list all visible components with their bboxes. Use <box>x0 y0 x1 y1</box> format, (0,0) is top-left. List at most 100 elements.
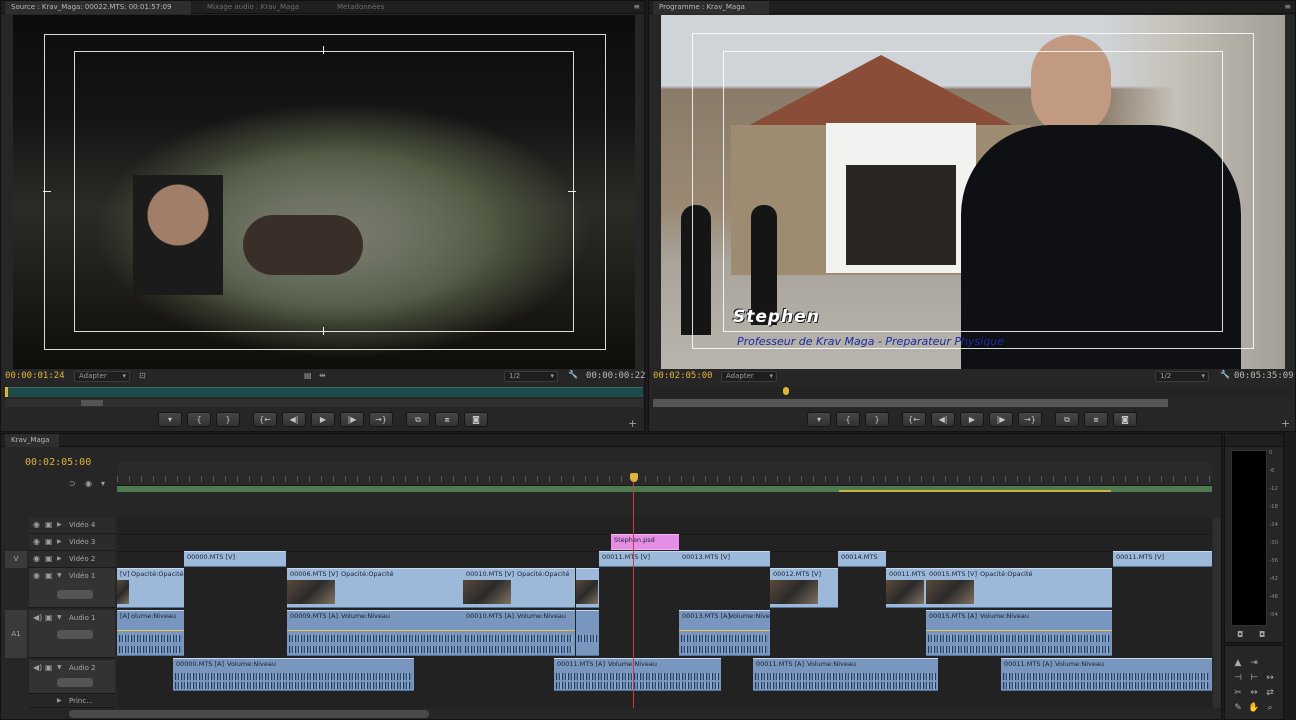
program-play-button[interactable]: ▶ <box>960 412 984 427</box>
eye-icon[interactable]: ◉ <box>33 554 40 563</box>
zoom-tool[interactable]: ⌕ <box>1263 701 1277 715</box>
clip-v2-5[interactable]: 00011.MTS [V] <box>1113 551 1212 567</box>
timeline-h-scrollbar[interactable] <box>69 710 429 718</box>
clip-a2-1[interactable]: 00000.MTS [A] Volume:Niveau <box>173 658 414 691</box>
expand-icon[interactable]: ▶ <box>57 538 62 545</box>
marker-menu-icon[interactable]: ▾ <box>101 479 105 488</box>
timeline-timecode[interactable]: 00:02:05:00 <box>25 457 91 468</box>
program-mark-in-button[interactable]: { <box>836 412 860 427</box>
program-video-frame[interactable]: Stephen Professeur de Krav Maga - Prepar… <box>661 15 1285 369</box>
track-header-video4[interactable]: ◉ ▣ ▶ Vidéo 4 <box>29 517 115 534</box>
clip-v1-7[interactable]: 00015.MTS [V] Opacité:Opacité <box>926 568 1112 608</box>
source-add-button-icon[interactable]: + <box>628 417 637 430</box>
source-go-to-in-button[interactable]: {← <box>253 412 277 427</box>
track-header-video2[interactable]: ◉ ▣ ▶ Vidéo 2 <box>29 551 115 568</box>
add-marker-icon[interactable]: ◉ <box>85 479 92 488</box>
program-playhead-marker[interactable] <box>783 387 789 395</box>
track-header-audio2[interactable]: ◀) ▣ ▼ Audio 2 <box>29 660 115 694</box>
hand-tool[interactable]: ✋ <box>1247 701 1261 715</box>
source-drag-video-icon[interactable]: ▤ <box>304 371 312 380</box>
clip-a1-4[interactable] <box>576 610 599 656</box>
volume-rubberband[interactable] <box>463 630 575 631</box>
volume-rubberband[interactable] <box>926 630 1112 631</box>
source-step-back-button[interactable]: ◀| <box>282 412 306 427</box>
program-export-frame-button[interactable]: ◙ <box>1113 412 1137 427</box>
program-wrench-icon[interactable]: 🔧 <box>1220 370 1230 379</box>
program-go-to-in-button[interactable]: {← <box>902 412 926 427</box>
clip-a2-4[interactable]: 00011.MTS [A] Volume:Niveau <box>1001 658 1212 691</box>
program-scrub-bar[interactable] <box>653 387 1291 397</box>
volume-rubberband[interactable] <box>679 630 770 631</box>
track-header-master[interactable]: ▶ Princ... <box>29 694 115 708</box>
program-zoom-bar[interactable] <box>653 399 1168 407</box>
program-marker-button[interactable]: ▾ <box>807 412 831 427</box>
speaker-icon[interactable]: ◀) <box>33 613 42 622</box>
source-step-forward-button[interactable]: |▶ <box>340 412 364 427</box>
rolling-tool[interactable]: ⊢ <box>1247 671 1261 685</box>
slide-tool[interactable]: ⇄ <box>1263 686 1277 700</box>
lock-icon[interactable]: ▣ <box>45 520 53 529</box>
eye-icon[interactable]: ◉ <box>33 537 40 546</box>
source-playhead-marker[interactable] <box>5 387 8 397</box>
clip-a1-6[interactable]: 00015.MTS [A] Volume:Niveau <box>926 610 1112 656</box>
clip-stephen-psd[interactable]: Stephen.psd <box>611 534 679 550</box>
lock-icon[interactable]: ▣ <box>45 571 53 580</box>
expand-icon[interactable]: ▼ <box>57 664 62 671</box>
tab-metadata[interactable]: Métadonnées <box>331 1 390 14</box>
source-marker-button[interactable]: ▾ <box>158 412 182 427</box>
expand-icon[interactable]: ▶ <box>57 555 62 562</box>
lock-icon[interactable]: ▣ <box>45 554 53 563</box>
source-settings-icon[interactable]: ⊡ <box>139 371 146 380</box>
source-export-frame-button[interactable]: ◙ <box>464 412 488 427</box>
rate-stretch-tool[interactable]: ↔ <box>1263 671 1277 685</box>
solo-left-icon[interactable]: ◘ <box>1237 630 1243 639</box>
expand-icon[interactable]: ▼ <box>57 614 62 621</box>
clip-v2-2[interactable]: 00011.MTS [V] <box>599 551 679 567</box>
clip-a1-5[interactable]: 00013.MTS [A]Volume:Niveau <box>679 610 770 656</box>
timeline-v-scrollbar[interactable] <box>1213 517 1221 708</box>
pen-tool[interactable]: ✎ <box>1231 701 1245 715</box>
source-video-frame[interactable] <box>13 15 635 369</box>
clip-a1-2[interactable]: 00009.MTS [A] Volume:Niveau <box>287 610 463 656</box>
source-resolution-dropdown[interactable]: 1/2 <box>504 371 558 382</box>
keyframe-nav[interactable] <box>57 590 93 599</box>
expand-icon[interactable]: ▼ <box>57 572 62 579</box>
clip-v2-3[interactable]: 00013.MTS [V] <box>679 551 770 567</box>
program-step-forward-button[interactable]: |▶ <box>989 412 1013 427</box>
ripple-tool[interactable]: ⊣ <box>1231 671 1245 685</box>
source-overwrite-button[interactable]: ⧈ <box>435 412 459 427</box>
source-insert-button[interactable]: ⧉ <box>406 412 430 427</box>
panel-menu-icon[interactable]: ≡ <box>633 2 640 11</box>
program-step-back-button[interactable]: ◀| <box>931 412 955 427</box>
source-scrub-bar[interactable] <box>5 387 643 397</box>
source-go-to-out-button[interactable]: →} <box>369 412 393 427</box>
source-timecode-current[interactable]: 00:00:01:24 <box>5 371 65 381</box>
clip-a2-2[interactable]: 00011.MTS [A]Volume:Niveau <box>554 658 721 691</box>
source-patch-a1[interactable]: A1 <box>5 610 27 658</box>
eye-icon[interactable]: ◉ <box>33 520 40 529</box>
source-patch-v[interactable]: V <box>5 551 27 568</box>
source-drag-audio-icon[interactable]: ⇹ <box>319 371 326 380</box>
keyframe-nav[interactable] <box>57 630 93 639</box>
clip-v1-4[interactable] <box>576 568 599 608</box>
volume-rubberband[interactable] <box>287 630 463 631</box>
clip-a1-3[interactable]: 00010.MTS [A] Volume:Niveau <box>463 610 575 656</box>
snap-icon[interactable]: ⊃ <box>69 479 76 488</box>
source-mark-in-button[interactable]: { <box>187 412 211 427</box>
clip-a1-1[interactable]: [A] olume:Niveau <box>117 610 184 656</box>
volume-rubberband[interactable] <box>117 630 184 631</box>
expand-icon[interactable]: ▶ <box>57 521 62 528</box>
track-header-audio1[interactable]: ◀) ▣ ▼ Audio 1 <box>29 610 115 658</box>
clip-v1-3[interactable]: 00010.MTS [V] Opacité:Opacité <box>463 568 575 608</box>
tab-source[interactable]: Source : Krav_Maga: 00022.MTS: 00:01:57:… <box>5 1 191 14</box>
program-mark-out-button[interactable]: } <box>865 412 889 427</box>
tab-timeline[interactable]: Krav_Maga <box>5 434 59 447</box>
source-mark-out-button[interactable]: } <box>216 412 240 427</box>
keyframe-nav[interactable] <box>57 678 93 687</box>
clip-v1-1[interactable]: [V] Opacité:Opacité <box>117 568 184 608</box>
track-header-video3[interactable]: ◉ ▣ ▶ Vidéo 3 <box>29 534 115 551</box>
program-panel-menu-icon[interactable]: ≡ <box>1284 2 1291 11</box>
eye-icon[interactable]: ◉ <box>33 571 40 580</box>
lock-icon[interactable]: ▣ <box>45 663 53 672</box>
source-play-button[interactable]: ▶ <box>311 412 335 427</box>
